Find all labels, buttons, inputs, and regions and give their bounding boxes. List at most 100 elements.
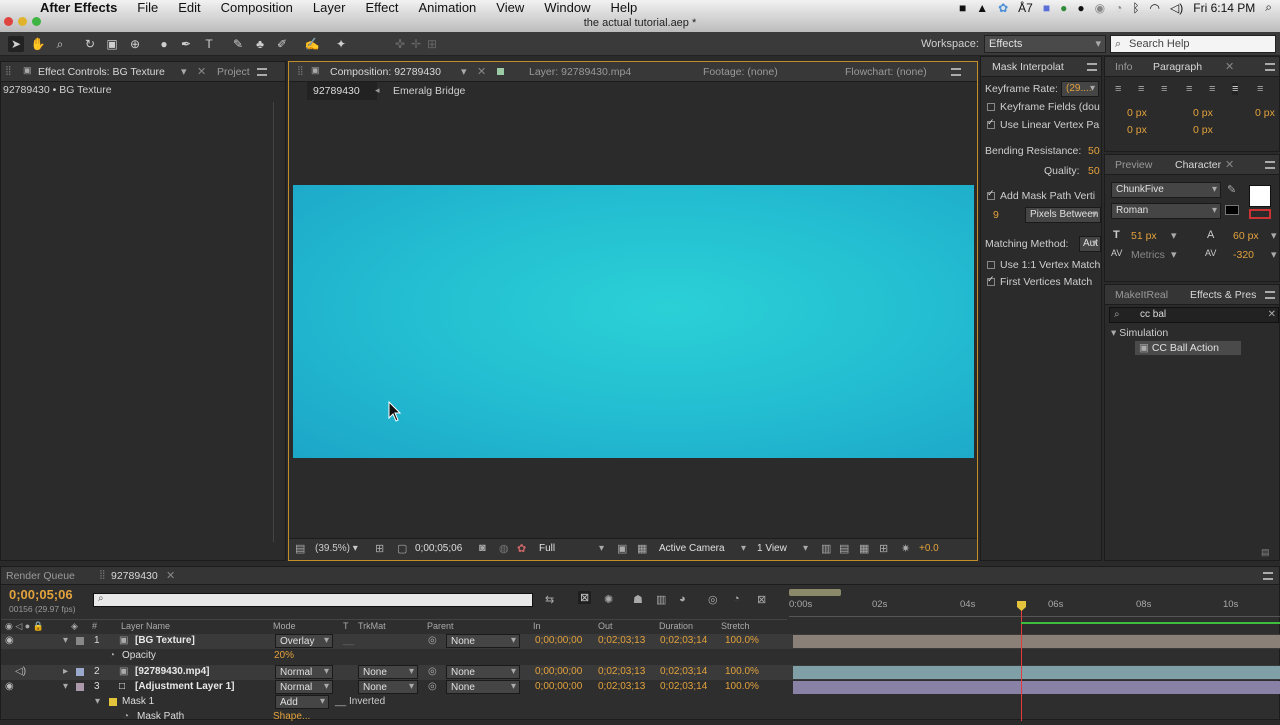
bluetooth-icon[interactable]: ᛒ [1132,1,1139,15]
align-left-icon[interactable]: ≡ [1115,83,1121,95]
layer-duration-bar[interactable] [793,635,1280,648]
tab-project[interactable]: Project [217,63,250,81]
layer-out[interactable]: 0;02;03;13 [598,635,645,646]
layer-duration[interactable]: 0;02;03;14 [660,666,707,677]
justify-all-icon[interactable]: ≡ [1257,83,1263,95]
layer-name-header[interactable]: Layer Name [121,621,170,631]
brush-tool-icon[interactable]: ✎ [230,36,246,52]
current-time-display[interactable]: 0;00;05;06 [415,543,462,554]
work-area-bar[interactable] [789,589,841,596]
audio-icon[interactable]: ◁) [15,666,26,677]
chevron-down-icon[interactable]: ▾ [461,65,467,78]
stopwatch-icon[interactable]: ◔ [123,711,129,722]
mask-row[interactable]: ▾ Mask 1 Add __ Inverted [1,695,1280,710]
category-simulation[interactable]: ▾ Simulation [1111,327,1168,339]
indent-right-value[interactable]: 0 px [1193,107,1213,119]
safe-areas-icon[interactable]: ⊞ [375,542,384,555]
space-after-value[interactable]: 0 px [1193,124,1213,136]
disclosure-triangle-icon[interactable]: ▾ [95,696,100,707]
circle-icon[interactable]: ● [1077,1,1084,15]
layer-mode-select[interactable]: Normal [275,665,333,679]
panel-menu-icon[interactable] [951,68,961,76]
close-window-button[interactable] [4,17,13,26]
comp-mini-flowchart-icon[interactable]: ⇆ [545,593,554,606]
fill-color-swatch[interactable] [1249,185,1271,207]
keyframe-fields-checkbox[interactable]: Keyframe Fields (dou [987,101,1100,113]
space-before-value[interactable]: 0 px [1127,124,1147,136]
visibility-icon[interactable]: ◉ [5,681,14,692]
layer-row[interactable]: ◉ ▾ 1 ▣ [BG Texture] Overlay __ ◎ None 0… [1,634,1280,649]
grip-icon[interactable]: ⣿ [297,65,304,76]
add-mask-path-checkbox[interactable]: Add Mask Path Verti [987,188,1095,202]
visibility-icon[interactable]: ◉ [5,635,14,646]
fast-previews-icon[interactable]: ▤ [839,542,849,555]
close-tab-icon[interactable]: ✕ [1225,60,1234,73]
effect-item-cc-ball-action[interactable]: ▣ CC Ball Action [1135,341,1241,355]
first-vertices-checkbox[interactable]: First Vertices Match [987,274,1092,288]
resolution-select[interactable]: Full [535,542,607,558]
tab-effect-controls[interactable]: Effect Controls: BG Texture [38,63,165,81]
layer-trkmat-select[interactable]: None [358,665,418,679]
indent-left-value[interactable]: 0 px [1127,107,1147,119]
menu-composition[interactable]: Composition [221,0,293,15]
layer-in[interactable]: 0;00;00;00 [535,635,582,646]
tab-mask-interpolation[interactable]: Mask Interpolat [992,58,1064,76]
layer-duration-bar[interactable] [793,666,1280,679]
graph-icon[interactable]: ⊠ [757,593,766,606]
graph-editor-icon[interactable]: ◎ [708,593,718,606]
view-axis-icon[interactable]: ⊞ [424,36,440,52]
layer-name[interactable]: [92789430.mp4] [135,666,210,677]
label-color-icon[interactable] [76,668,84,676]
live-update-icon[interactable]: ⊠ [578,591,592,604]
wifi-icon[interactable]: ◠ [1150,1,1160,15]
menu-view[interactable]: View [496,0,524,15]
layer-in[interactable]: 0;00;00;00 [535,666,582,677]
bending-resistance-value[interactable]: 50 [1088,145,1100,157]
panel-menu-icon[interactable] [1087,63,1097,71]
always-preview-icon[interactable]: ▤ [295,542,305,555]
chevron-down-icon[interactable]: ▾ [1271,229,1277,242]
zoom-dropdown[interactable]: (39.5%) ▾ [315,543,358,554]
tab-info[interactable]: Info [1115,58,1133,76]
layer-name[interactable]: [BG Texture] [135,635,195,646]
disclosure-triangle-icon[interactable]: ▾ [63,681,68,692]
pixel-aspect-icon[interactable]: ▥ [821,542,831,555]
spotlight-search-icon[interactable]: ⌕ [1265,0,1272,15]
layer-row[interactable]: ◉ ▾ 3 □ [Adjustment Layer 1] Normal None… [1,680,1280,695]
tab-layer[interactable]: Layer: 92789430.mp4 [529,63,631,81]
quality-value[interactable]: 50 [1088,165,1100,177]
time-ruler[interactable]: 0:00s 02s 04s 06s 08s 10s [789,597,1280,617]
pixels-between-select[interactable]: Pixels Between [1025,207,1101,223]
show-snapshot-icon[interactable]: ◍ [499,542,509,555]
timeline-icon[interactable]: ▦ [859,542,869,555]
view-layout-select[interactable]: 1 View [753,542,811,558]
scrollbar[interactable] [273,102,281,542]
shy-layers-icon[interactable]: ☗ [633,593,643,606]
label-color-icon[interactable] [76,637,84,645]
layer-row[interactable]: ◁) ▸ 2 ▣ [92789430.mp4] Normal None ◎ No… [1,665,1280,680]
camera-tool-icon[interactable]: ▣ [104,36,120,52]
tab-flowchart[interactable]: Flowchart: (none) [845,63,927,81]
justify-right-icon[interactable]: ≡ [1232,83,1239,95]
transparency-grid-icon[interactable]: ▦ [637,542,647,555]
camera-select[interactable]: Active Camera [655,542,749,558]
layer-parent-select[interactable]: None [446,665,520,679]
frame-blending-icon[interactable]: ▥ [656,593,666,606]
matching-method-select[interactable]: Aut [1079,236,1101,252]
pixels-value[interactable]: 9 [993,209,999,221]
tab-paragraph[interactable]: Paragraph [1153,58,1202,76]
pan-behind-tool-icon[interactable]: ⊕ [127,36,143,52]
menu-layer[interactable]: Layer [313,0,346,15]
stroke-color-swatch[interactable] [1249,209,1271,219]
font-style-select[interactable]: Roman [1111,203,1221,219]
adobe-icon[interactable]: ▲ [976,1,988,15]
layer-duration-bar[interactable] [793,681,1280,694]
panel-menu-icon[interactable] [1263,572,1273,580]
comp-nav-button[interactable]: 92789430 [307,82,377,100]
pickwhip-icon[interactable]: ◎ [428,681,437,692]
black-swatch[interactable] [1225,205,1239,215]
justify-left-icon[interactable]: ≡ [1186,83,1192,95]
world-axis-icon[interactable]: ✛ [408,36,424,52]
tab-effects-presets[interactable]: Effects & Pres [1190,286,1256,304]
keyframe-rate-select[interactable]: (29.... [1061,81,1099,97]
